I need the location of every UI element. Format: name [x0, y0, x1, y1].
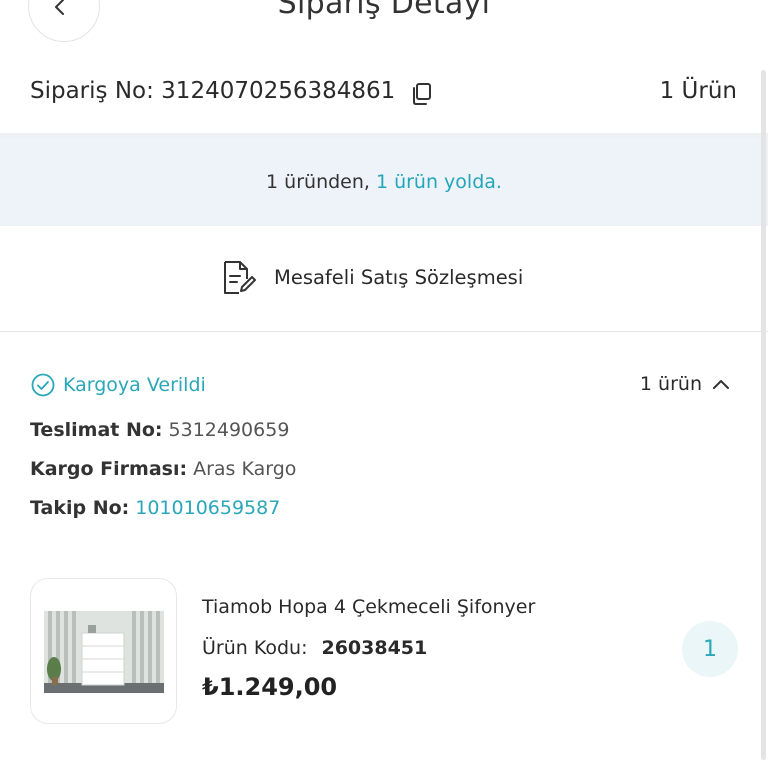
product-price: ₺1.249,00 — [202, 673, 338, 701]
header: Sipariş Detayı — [0, 0, 768, 70]
order-number-label: Sipariş No: 3124070256384861 — [30, 78, 395, 104]
delivery-number: 5312490659 — [168, 419, 290, 441]
copy-icon[interactable] — [410, 82, 432, 106]
tracking-line: Takip No: 101010659587 — [30, 497, 280, 519]
quantity-badge: 1 — [682, 621, 738, 677]
shipment-item-count: 1 ürün — [639, 373, 702, 395]
check-circle-icon — [31, 373, 55, 397]
delivery-number-line: Teslimat No: 5312490659 — [30, 419, 289, 441]
product-code: 26038451 — [321, 637, 428, 659]
banner-text: 1 üründen, — [266, 170, 370, 193]
contract-label: Mesafeli Satış Sözleşmesi — [274, 266, 524, 289]
shipping-status-banner: 1 üründen, 1 ürün yolda. — [0, 137, 768, 226]
page-title: Sipariş Detayı — [277, 0, 491, 21]
order-info-row: Sipariş No: 3124070256384861 1 Ürün — [0, 70, 768, 134]
shipment-toggle[interactable]: 1 ürün — [640, 373, 730, 395]
chevron-up-icon — [713, 380, 729, 389]
order-item-count: 1 Ürün — [659, 78, 737, 104]
carrier-name: Aras Kargo — [193, 458, 297, 480]
shipment-status-label: Kargoya Verildi — [63, 374, 206, 396]
order-number[interactable]: 3124070256384861 — [161, 78, 395, 104]
tracking-number-link[interactable]: 101010659587 — [135, 497, 280, 519]
banner-highlight: 1 ürün yolda. — [375, 170, 502, 193]
carrier-line: Kargo Firması: Aras Kargo — [30, 458, 296, 480]
shipment-section: Kargoya Verildi 1 ürün Teslimat No: 53124… — [0, 332, 768, 768]
product-code-line: Ürün Kodu: 26038451 — [202, 637, 427, 659]
product-code-label: Ürün Kodu: — [202, 637, 308, 659]
product-image-card[interactable] — [30, 578, 177, 724]
product-name[interactable]: Tiamob Hopa 4 Çekmeceli Şifonyer — [202, 596, 535, 618]
sales-contract-link[interactable]: Mesafeli Satış Sözleşmesi — [0, 226, 768, 332]
tracking-label: Takip No: — [30, 497, 130, 519]
carrier-label: Kargo Firması: — [30, 458, 188, 480]
delivery-number-label: Teslimat No: — [30, 419, 163, 441]
order-number-prefix: Sipariş No: — [30, 78, 154, 104]
shipment-status: Kargoya Verildi — [31, 373, 206, 397]
dresser-product-image — [44, 611, 164, 693]
document-edit-icon — [224, 261, 256, 294]
